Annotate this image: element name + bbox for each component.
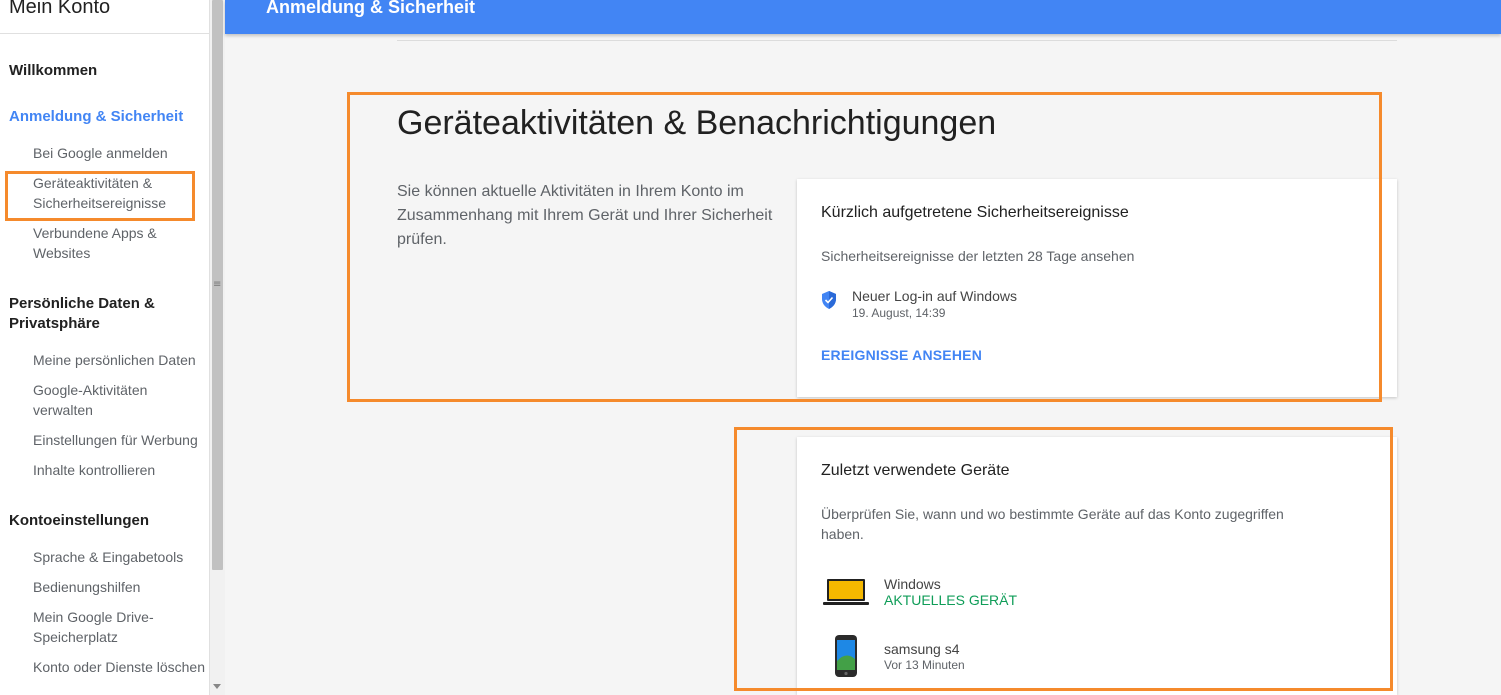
sidebar-item-google-signin[interactable]: Bei Google anmelden bbox=[33, 143, 205, 163]
sidebar-section-sign-in-security[interactable]: Anmeldung & Sicherheit bbox=[9, 107, 204, 127]
app-title[interactable]: Mein Konto bbox=[9, 0, 110, 19]
sidebar-item-content-control[interactable]: Inhalte kontrollieren bbox=[33, 460, 205, 480]
sidebar-section-account-preferences[interactable]: Kontoeinstellungen bbox=[9, 511, 204, 531]
sidebar-item-accessibility[interactable]: Bedienungshilfen bbox=[33, 577, 205, 597]
scroll-down-arrow-icon[interactable] bbox=[213, 684, 221, 689]
divider bbox=[397, 40, 1397, 41]
sidebar-item-welcome[interactable]: Willkommen bbox=[9, 61, 204, 81]
top-app-bar: Anmeldung & Sicherheit bbox=[225, 0, 1501, 34]
sidebar: Mein Konto Willkommen Anmeldung & Sicher… bbox=[0, 0, 209, 695]
sidebar-item-activity-controls[interactable]: Google-Aktivitäten verwalten bbox=[33, 380, 205, 420]
grip-icon: ≡ bbox=[213, 279, 222, 290]
sidebar-item-ad-settings[interactable]: Einstellungen für Werbung bbox=[33, 430, 205, 450]
sidebar-item-drive-storage[interactable]: Mein Google Drive-Speicherplatz bbox=[33, 607, 205, 647]
sidebar-item-connected-apps[interactable]: Verbundene Apps & Websites bbox=[33, 223, 205, 263]
header-title: Anmeldung & Sicherheit bbox=[266, 0, 476, 17]
sidebar-item-language[interactable]: Sprache & Eingabetools bbox=[33, 547, 205, 567]
sidebar-section-personal-info[interactable]: Persönliche Daten & Privatsphäre bbox=[9, 294, 204, 334]
annotation-highlight-sidebar bbox=[5, 171, 195, 221]
sidebar-item-personal-info[interactable]: Meine persönlichen Daten bbox=[33, 350, 205, 370]
sidebar-item-delete-account[interactable]: Konto oder Dienste löschen bbox=[33, 657, 205, 677]
annotation-highlight-devices bbox=[734, 427, 1393, 691]
annotation-highlight-security bbox=[347, 92, 1382, 402]
sidebar-divider bbox=[0, 33, 209, 34]
sidebar-scrollbar[interactable]: ≡ bbox=[209, 0, 225, 695]
